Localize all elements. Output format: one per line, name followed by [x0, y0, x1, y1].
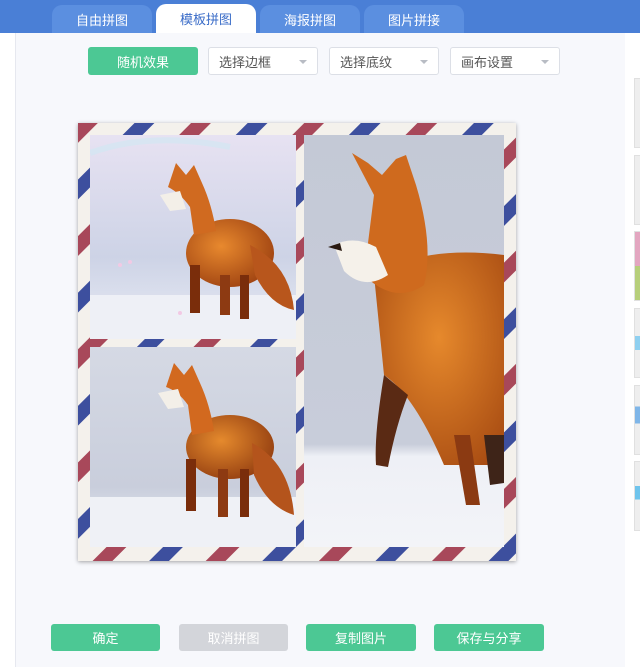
copy-image-label: 复制图片: [334, 632, 387, 647]
cancel-collage-label: 取消拼图: [207, 632, 260, 647]
cancel-collage-button[interactable]: 取消拼图: [179, 624, 288, 651]
chevron-down-icon: [541, 60, 549, 64]
fox-image: [90, 135, 296, 339]
template-thumb[interactable]: [634, 155, 640, 225]
canvas-settings-value: 画布设置: [461, 55, 514, 71]
template-thumb[interactable]: [634, 231, 640, 301]
confirm-label: 确定: [92, 632, 119, 647]
collage-photo-right[interactable]: [304, 135, 504, 547]
template-thumb[interactable]: [634, 78, 640, 148]
texture-select-value: 选择底纹: [340, 55, 393, 71]
template-thumb[interactable]: [634, 308, 640, 378]
random-effect-label: 随机效果: [116, 55, 169, 71]
template-thumb[interactable]: [634, 385, 640, 455]
fox-image: [304, 135, 504, 547]
random-effect-button[interactable]: 随机效果: [88, 47, 198, 75]
tab-bar: 自由拼图 模板拼图 海报拼图 图片拼接: [0, 0, 640, 33]
confirm-button[interactable]: 确定: [51, 624, 160, 651]
chevron-down-icon: [299, 60, 307, 64]
chevron-down-icon: [420, 60, 428, 64]
border-select[interactable]: 选择边框: [208, 47, 318, 75]
border-select-value: 选择边框: [219, 55, 272, 71]
canvas-settings-select[interactable]: 画布设置: [450, 47, 560, 75]
tab-image-stitch[interactable]: 图片拼接: [364, 5, 464, 33]
tab-label: 模板拼图: [179, 13, 232, 28]
fox-image: [90, 347, 296, 547]
template-strip: [625, 33, 640, 667]
save-share-label: 保存与分享: [456, 632, 522, 647]
tab-label: 自由拼图: [75, 13, 128, 29]
collage-photo-bottom-left[interactable]: [90, 347, 296, 547]
tab-template-collage[interactable]: 模板拼图: [156, 4, 256, 33]
copy-image-button[interactable]: 复制图片: [306, 624, 416, 651]
tab-label: 海报拼图: [283, 13, 336, 29]
texture-select[interactable]: 选择底纹: [329, 47, 439, 75]
collage-photo-top-left[interactable]: [90, 135, 296, 339]
tab-label: 图片拼接: [387, 13, 440, 29]
template-thumb[interactable]: [634, 461, 640, 531]
collage-canvas[interactable]: [78, 123, 516, 561]
save-share-button[interactable]: 保存与分享: [434, 624, 544, 651]
tab-free-collage[interactable]: 自由拼图: [52, 5, 152, 33]
tab-poster-collage[interactable]: 海报拼图: [260, 5, 360, 33]
